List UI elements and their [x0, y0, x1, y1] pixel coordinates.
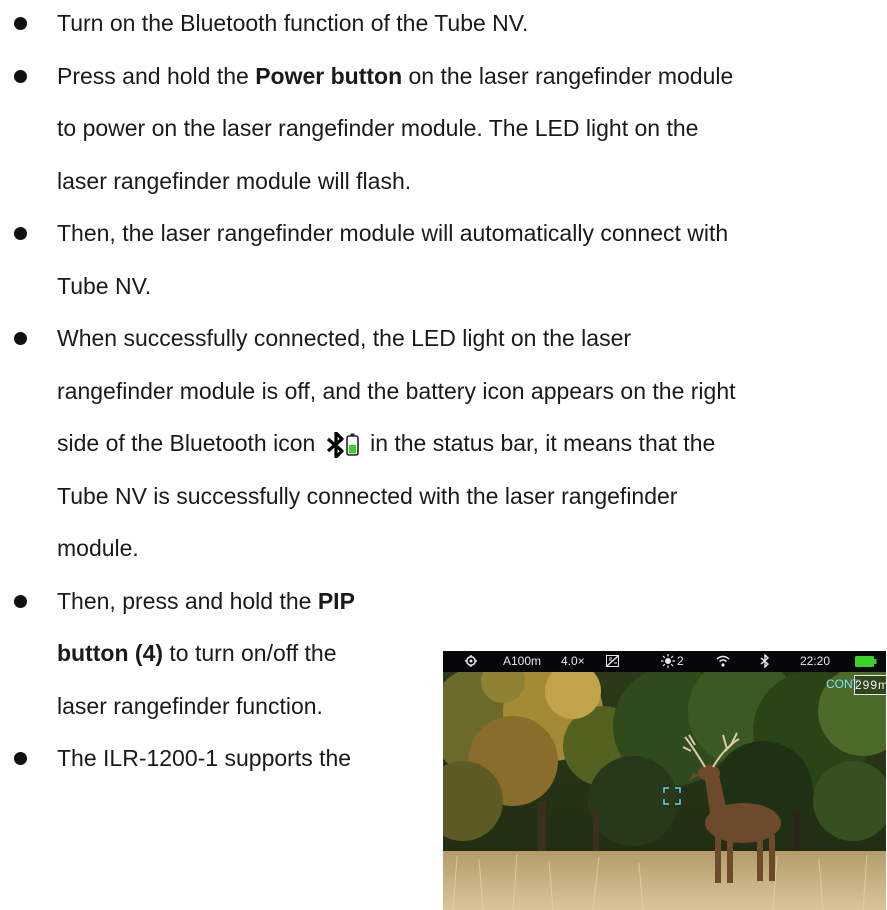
text-segment: to turn on/off the	[163, 640, 337, 666]
text-segment: Then, press and hold the	[57, 587, 318, 614]
text-segment: laser rangefinder function.	[57, 692, 323, 719]
text-segment: side of the Bluetooth icon	[57, 430, 322, 456]
settings-icon	[465, 655, 477, 667]
device-screen-image: A100m 4.0× 2 22:20 CONT 299m	[443, 651, 886, 910]
text-line: Turn on the Bluetooth function of the Tu…	[57, 8, 528, 38]
text-segment: rangefinder module is off, and the batte…	[57, 377, 736, 404]
text-line: to power on the laser rangefinder module…	[57, 113, 698, 143]
text-segment: on the laser rangefinder module	[402, 62, 734, 89]
text-segment: in the status bar, it means that the	[363, 430, 716, 456]
bullet-point	[14, 69, 27, 83]
text-line: Then, press and hold the PIP	[57, 586, 355, 616]
text-line: laser rangefinder function.	[57, 691, 323, 721]
bold-term: Power button	[255, 62, 403, 89]
text-line: module.	[57, 533, 139, 563]
text-line: rangefinder module is off, and the batte…	[57, 376, 736, 406]
text-segment: Tube NV.	[57, 272, 152, 299]
text-line: The ILR-1200-1 supports the	[57, 743, 351, 773]
wifi-icon	[716, 655, 730, 667]
bluetooth-battery-icon	[326, 431, 359, 458]
image-mode-icon	[606, 655, 619, 667]
time-readout: 22:20	[800, 654, 831, 668]
brightness-icon	[661, 654, 675, 668]
bold-term: PIP	[317, 587, 355, 614]
deer-scene	[443, 651, 886, 910]
bullet-point	[14, 332, 27, 345]
range-readout: 299m	[854, 675, 886, 695]
text-segment: Tube NV is successfully connected with t…	[57, 482, 678, 509]
battery-icon	[855, 656, 877, 667]
bold-term: button (4)	[57, 640, 164, 666]
brightness-readout: 2	[677, 654, 684, 668]
text-line: Then, the laser rangefinder module will …	[57, 218, 728, 248]
text-segment: module.	[57, 535, 139, 561]
text-line: button (4) to turn on/off the	[57, 638, 337, 668]
text-line: When successfully connected, the LED lig…	[57, 323, 631, 353]
bullet-point	[14, 227, 27, 240]
text-segment: to power on the laser rangefinder module…	[57, 115, 699, 141]
text-line: Tube NV.	[57, 271, 151, 301]
zoom-readout: 4.0×	[561, 654, 585, 668]
bullet-point	[14, 594, 27, 608]
bullet-point	[14, 17, 27, 30]
text-segment: laser rangefinder module will flash.	[57, 167, 412, 194]
text-segment: Turn on the Bluetooth function of the Tu…	[57, 10, 529, 36]
text-segment: Then, the laser rangefinder module will …	[57, 220, 729, 246]
text-line: side of the Bluetooth icon in the status…	[57, 428, 715, 458]
text-segment: Press and hold the	[57, 62, 256, 89]
mode-readout: A100m	[503, 654, 542, 668]
text-segment: When successfully connected, the LED lig…	[57, 325, 632, 351]
status-bar: A100m 4.0× 2 22:20	[443, 651, 886, 672]
text-segment: The ILR-1200-1 supports the	[57, 745, 352, 771]
text-line: laser rangefinder module will flash.	[57, 166, 411, 196]
bluetooth-icon	[760, 654, 770, 668]
bullet-point	[14, 752, 27, 765]
text-line: Tube NV is successfully connected with t…	[57, 481, 677, 511]
text-line: Press and hold the Power button on the l…	[57, 61, 733, 91]
